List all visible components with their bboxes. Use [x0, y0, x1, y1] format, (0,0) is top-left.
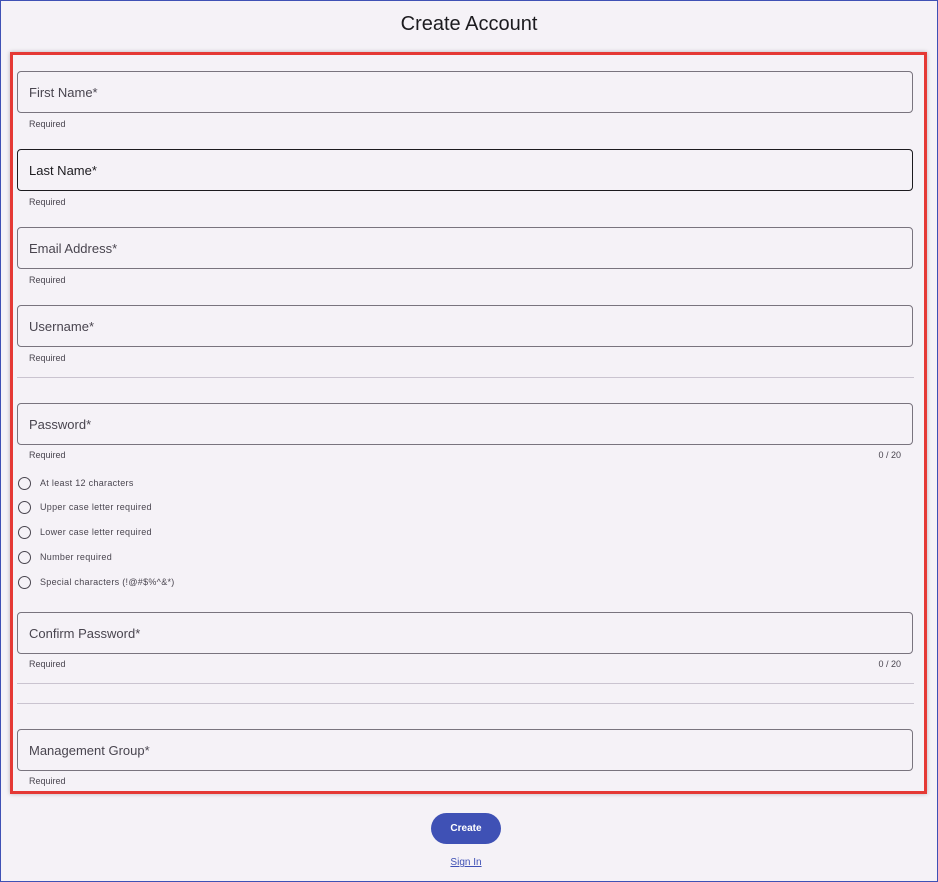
confirm-password-label: Confirm Password* [29, 626, 141, 641]
password-rule-lowercase: Lower case letter required [18, 523, 152, 541]
password-char-counter: 0 / 20 [878, 450, 901, 460]
username-label: Username* [29, 319, 95, 334]
password-label: Password* [29, 417, 92, 432]
last-name-field[interactable]: Last Name* [17, 149, 913, 191]
rule-text: At least 12 characters [40, 478, 134, 488]
confirm-password-char-counter: 0 / 20 [878, 659, 901, 669]
section-divider [17, 683, 914, 684]
password-field[interactable]: Password* [17, 403, 913, 445]
rule-text: Number required [40, 552, 113, 562]
confirm-password-field[interactable]: Confirm Password* [17, 612, 913, 654]
management-group-hint: Required [29, 776, 66, 786]
create-button[interactable]: Create [431, 813, 501, 844]
rule-text: Upper case letter required [40, 502, 152, 512]
page-title: Create Account [400, 13, 538, 35]
email-hint: Required [29, 275, 66, 285]
confirm-password-hint: Required [29, 659, 66, 669]
rule-unchecked-circle-icon [18, 550, 31, 564]
management-group-select[interactable]: Management Group* [17, 729, 913, 771]
password-rule-number: Number required [18, 548, 112, 566]
rule-text: Special characters (!@#$%^&*) [40, 577, 175, 587]
first-name-field[interactable]: First Name* [17, 71, 913, 113]
management-group-label: Management Group* [29, 743, 150, 758]
last-name-label: Last Name* [29, 163, 97, 178]
username-hint: Required [29, 353, 66, 363]
password-hint: Required [29, 450, 66, 460]
rule-text: Lower case letter required [40, 527, 152, 537]
create-account-page: Create Account First Name* Required Last… [0, 0, 938, 882]
username-field[interactable]: Username* [17, 305, 913, 347]
sign-in-link[interactable]: Sign In [450, 857, 481, 868]
first-name-label: First Name* [29, 85, 98, 100]
last-name-hint: Required [29, 197, 66, 207]
password-rule-length: At least 12 characters [18, 474, 134, 492]
rule-unchecked-circle-icon [18, 575, 31, 589]
email-field[interactable]: Email Address* [17, 227, 913, 269]
first-name-hint: Required [29, 119, 66, 129]
password-rule-special: Special characters (!@#$%^&*) [18, 573, 175, 591]
password-rule-uppercase: Upper case letter required [18, 498, 152, 516]
section-divider [17, 703, 914, 704]
sign-in-link-row: Sign In [1, 857, 931, 868]
rule-unchecked-circle-icon [18, 476, 31, 490]
email-label: Email Address* [29, 241, 118, 256]
section-divider [17, 377, 914, 378]
rule-unchecked-circle-icon [18, 525, 31, 539]
rule-unchecked-circle-icon [18, 500, 31, 514]
